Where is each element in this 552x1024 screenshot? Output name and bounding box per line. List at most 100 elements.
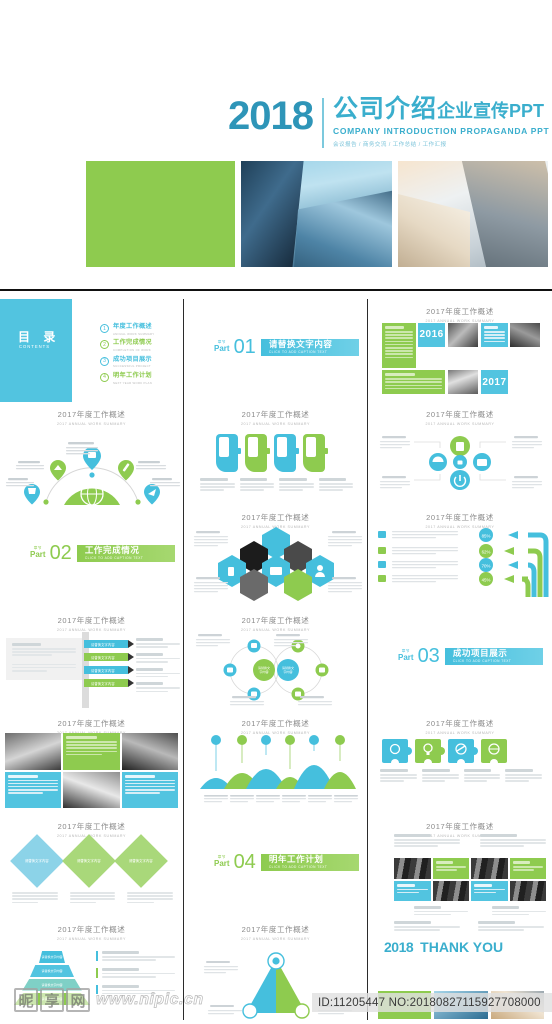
pillar-1[interactable] bbox=[216, 434, 241, 472]
section-header: 章节 Part 01 请替换文字内容 CLICK TO ADD CAPTION … bbox=[214, 337, 359, 357]
slide-title-cn: 2017年度工作概述 bbox=[57, 616, 126, 625]
contents-number: 3 bbox=[100, 356, 109, 366]
venn-graphic: 请替换文 字内容 请替换文 字内容 bbox=[196, 634, 332, 706]
slide-section-01[interactable]: 章节 Part 01 请替换文字内容 CLICK TO ADD CAPTION … bbox=[184, 299, 368, 402]
text-card-green-wide bbox=[382, 370, 446, 394]
pyramid-level-2[interactable]: 请替换文字内容 bbox=[30, 965, 74, 977]
gear-icon bbox=[389, 743, 401, 755]
signpost-arrow-2[interactable]: 请替换文字内容 bbox=[84, 653, 134, 661]
puzzle-piece-4[interactable] bbox=[481, 739, 507, 767]
section-title-en: CLICK TO ADD CAPTION TEXT bbox=[84, 555, 144, 560]
pyramid-level-1[interactable]: 请替换文字内容 bbox=[39, 951, 65, 963]
caption-block bbox=[478, 921, 544, 932]
slide-arc-diagram[interactable]: 2017年度工作概述 2017 ANNUAL WORK SUMMARY bbox=[0, 402, 184, 505]
slide-section-04[interactable]: 章节 Part 04 明年工作计划 CLICK TO ADD CAPTION T… bbox=[184, 814, 368, 917]
section-title-bar: 请替换文字内容 CLICK TO ADD CAPTION TEXT bbox=[260, 338, 359, 356]
section-kicker: 章节 Part bbox=[214, 855, 230, 869]
slide-grid: 目 录 CONTENTS 1 年度工作概述 ANNUAL WORK SUMMAR… bbox=[0, 299, 552, 1020]
thank-you-top-captions bbox=[394, 921, 544, 932]
pillar-4[interactable] bbox=[303, 434, 328, 472]
slide-diamonds[interactable]: 2017年度工作概述 2017 ANNUAL WORK SUMMARY 请替换文… bbox=[0, 814, 184, 917]
list-item[interactable]: 3 成功项目展示 SUCCESSFUL PROJECT bbox=[100, 356, 154, 368]
photo-tile-road bbox=[471, 858, 508, 879]
list-item[interactable]: 2 工作完成情况 COMPLETION OF WORK bbox=[100, 339, 154, 353]
slide-title-cn: 2017年度工作概述 bbox=[426, 719, 494, 728]
caption-block bbox=[414, 905, 468, 917]
puzzle-piece-1[interactable] bbox=[382, 739, 412, 767]
slide-contents[interactable]: 目 录 CONTENTS 1 年度工作概述 ANNUAL WORK SUMMAR… bbox=[0, 299, 184, 402]
section-title-en: CLICK TO ADD CAPTION TEXT bbox=[268, 864, 328, 869]
watermark-url: www.nipic.cn bbox=[96, 991, 204, 1009]
puzzle-piece-3[interactable] bbox=[448, 739, 478, 767]
pillar-3[interactable] bbox=[274, 434, 299, 472]
pillar-captions bbox=[200, 478, 353, 493]
laptop-icon bbox=[270, 567, 282, 575]
diamond-group: 请替换文字内容 请替换文字内容 请替换文字内容 bbox=[10, 834, 168, 888]
watermark-char-2: 享 bbox=[40, 988, 64, 1012]
hexagon-cluster-graphic bbox=[194, 527, 362, 601]
watermark-char-1: 昵 bbox=[14, 988, 38, 1012]
slide-title: 2017年度工作概述 2017 ANNUAL WORK SUMMARY bbox=[368, 306, 552, 323]
slide-road-mosaic[interactable]: 2017年度工作概述 2017 ANNUAL WORK SUMMARY bbox=[368, 814, 552, 917]
diamond-2[interactable]: 请替换文字内容 bbox=[62, 834, 116, 888]
puzzle-piece-2[interactable] bbox=[415, 739, 445, 767]
slide-mountain-chart[interactable]: 2017年度工作概述 2017 ANNUAL WORK SUMMARY bbox=[184, 711, 368, 814]
slide-section-03[interactable]: 章节 Part 03 成功项目展示 CLICK TO ADD CAPTION T… bbox=[368, 608, 552, 711]
pillar-2[interactable] bbox=[245, 434, 270, 472]
caption-block bbox=[200, 478, 235, 493]
hero-title-divider bbox=[321, 98, 324, 148]
slide-venn[interactable]: 2017年度工作概述 2017 ANNUAL WORK SUMMARY 请替换文… bbox=[184, 608, 368, 711]
diamond-1[interactable]: 请替换文字内容 bbox=[10, 834, 64, 888]
svg-text:62%: 62% bbox=[482, 549, 491, 554]
hero-year: 2018 bbox=[228, 94, 314, 138]
contents-heading-cn: 目 录 bbox=[18, 330, 61, 344]
list-item[interactable]: 1 年度工作概述 ANNUAL WORK SUMMARY bbox=[100, 323, 154, 336]
phone-icon bbox=[228, 567, 234, 576]
slide-signpost[interactable]: 2017年度工作概述 2017 ANNUAL WORK SUMMARY 请替换文… bbox=[0, 608, 184, 711]
slide-title-cn: 2017年度工作概述 bbox=[426, 307, 494, 316]
svg-text:45%: 45% bbox=[482, 577, 491, 582]
slide-mosaic-years[interactable]: 2017年度工作概述 2017 ANNUAL WORK SUMMARY 2016… bbox=[368, 299, 552, 402]
year-tile-2016: 2016 bbox=[418, 323, 446, 347]
watermark-char-3: 网 bbox=[66, 988, 90, 1012]
photo-tile bbox=[447, 323, 479, 347]
signpost-arrows: 请替换文字内容 请替换文字内容 请替换文字内容 请替换文字内容 bbox=[84, 640, 134, 692]
cup-icon bbox=[24, 484, 40, 505]
arc-diagram-graphic bbox=[6, 442, 180, 505]
slide-photo-mosaic[interactable]: 2017年度工作概述 2017 ANNUAL WORK SUMMARY bbox=[0, 711, 184, 814]
photo-tile-climb bbox=[121, 733, 178, 770]
road-mosaic-top-captions bbox=[394, 834, 546, 849]
section-kicker: 章节 Part bbox=[214, 340, 230, 354]
caption-block bbox=[394, 921, 460, 932]
contents-label-en: COMPLETION OF WORK bbox=[113, 348, 152, 353]
section-kicker-en: Part bbox=[214, 344, 230, 354]
text-card-blue bbox=[471, 880, 508, 901]
caption-block bbox=[69, 892, 116, 905]
slide-pillars[interactable]: 2017年度工作概述 2017 ANNUAL WORK SUMMARY bbox=[184, 402, 368, 505]
list-item[interactable]: 4 明年工作计划 NEXT YEAR WORK PLAN bbox=[100, 372, 154, 385]
signpost-arrow-3[interactable]: 请替换文字内容 bbox=[84, 666, 134, 674]
photo-mosaic-grid bbox=[5, 733, 178, 808]
hero-banner: 2018 公司介绍企业宣传PPT COMPANY INTRODUCTION PR… bbox=[0, 0, 552, 291]
slide-arrow-percents[interactable]: 2017年度工作概述 2017 ANNUAL WORK SUMMARY 85% … bbox=[368, 505, 552, 608]
diamond-3[interactable]: 请替换文字内容 bbox=[114, 834, 168, 888]
signpost-arrow-4[interactable]: 请替换文字内容 bbox=[84, 679, 134, 687]
photo-tile-summit bbox=[63, 771, 120, 808]
link-icon bbox=[455, 743, 467, 755]
caption-block bbox=[96, 967, 175, 978]
caption-block bbox=[318, 478, 353, 493]
slide-node-flow[interactable]: 2017年度工作概述 2017 ANNUAL WORK SUMMARY bbox=[368, 402, 552, 505]
hero-title-cn: 公司介绍企业宣传PPT bbox=[333, 97, 549, 122]
slide-puzzle[interactable]: 2017年度工作概述 2017 ANNUAL WORK SUMMARY bbox=[368, 711, 552, 814]
slide-hexagons[interactable]: 2017年度工作概述 2017 ANNUAL WORK SUMMARY bbox=[184, 505, 368, 608]
signpost-captions bbox=[136, 638, 180, 694]
contents-label-cn: 工作完成情况 bbox=[113, 339, 152, 347]
section-number: 02 bbox=[49, 542, 72, 564]
section-kicker: 章节 Part bbox=[30, 546, 46, 560]
text-card-green-tall bbox=[382, 323, 416, 368]
slide-section-02[interactable]: 章节 Part 02 工作完成情况 CLICK TO ADD CAPTION T… bbox=[0, 505, 184, 608]
thank-you-text: THANK YOU bbox=[420, 939, 504, 955]
signpost-arrow-1[interactable]: 请替换文字内容 bbox=[84, 640, 134, 648]
bulb-icon bbox=[423, 743, 433, 755]
photo-tile bbox=[447, 370, 479, 394]
